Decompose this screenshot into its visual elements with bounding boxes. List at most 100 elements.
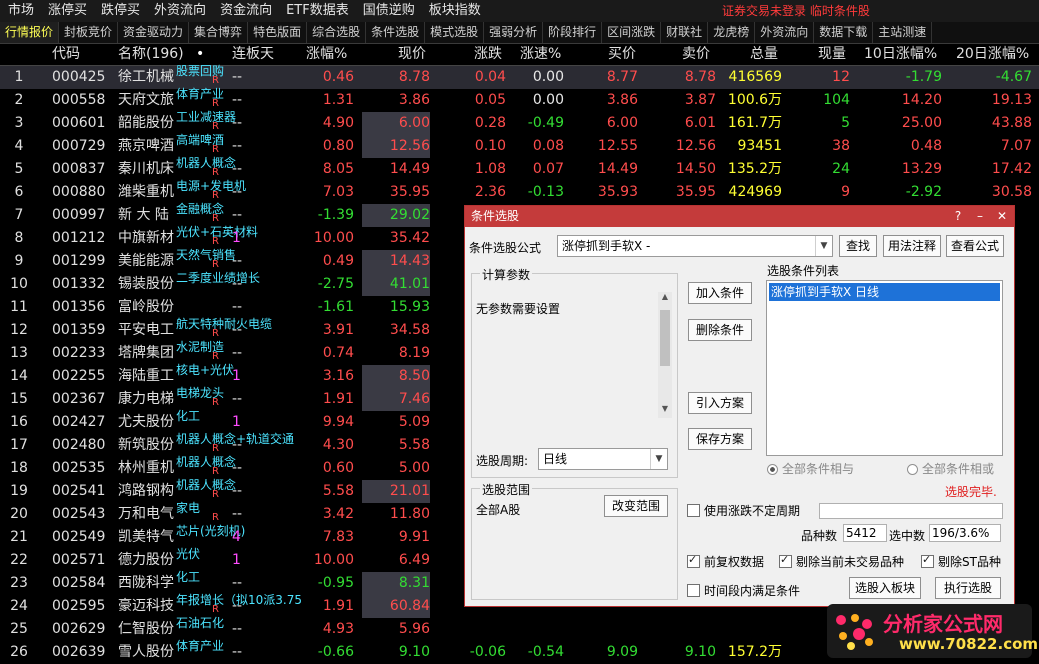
stock-name: 天府文旅 — [118, 92, 174, 108]
remove-st-checkbox[interactable] — [921, 553, 934, 568]
tab[interactable]: 外资流向 — [755, 22, 815, 43]
help-icon[interactable]: ? — [947, 206, 969, 227]
scroll-up-icon[interactable]: ▲ — [658, 292, 672, 301]
menu-item[interactable]: 资金流向 — [212, 0, 278, 22]
tab[interactable]: 主站测速 — [873, 22, 933, 43]
limit-up-days: -- — [232, 483, 243, 499]
menu-item[interactable]: 板块指数 — [421, 0, 487, 22]
dialog-titlebar: 条件选股 ? – ✕ — [465, 206, 1014, 227]
limit-up-days: -- — [232, 138, 243, 154]
limit-up-days: 1 — [232, 414, 241, 430]
tab[interactable]: 行情报价 — [0, 22, 60, 43]
minimize-icon[interactable]: – — [969, 206, 991, 227]
menu-item[interactable]: 涨停买 — [40, 0, 93, 22]
condition-list-item[interactable]: 涨停抓到手软X 日线 — [769, 283, 1000, 301]
col-name[interactable]: 名称(196) — [118, 43, 184, 65]
scroll-thumb[interactable] — [660, 310, 670, 366]
limit-up-days: -- — [232, 391, 243, 407]
use-period-checkbox[interactable] — [687, 504, 700, 517]
stock-code: 000729 — [52, 138, 106, 154]
stock-name: 燕京啤酒 — [118, 138, 174, 154]
execute-button[interactable]: 执行选股 — [935, 577, 1001, 599]
import-plan-button[interactable]: 引入方案 — [688, 392, 752, 414]
menu-item[interactable]: 国债逆购 — [355, 0, 421, 22]
tab[interactable]: 模式选股 — [425, 22, 485, 43]
save-plan-button[interactable]: 保存方案 — [688, 428, 752, 450]
tab[interactable]: 财联社 — [661, 22, 709, 43]
table-row[interactable]: 3 000601 韶能股份 工业减速器 R -- 4.90 6.00 0.28 -0.49 6.00… — [0, 110, 1039, 135]
dialog-title: 条件选股 — [471, 209, 520, 223]
col-sell[interactable]: 卖价 — [682, 43, 710, 65]
price: 8.31 — [362, 572, 430, 595]
menu-item[interactable]: 跌停买 — [93, 0, 146, 22]
change-pct: 3.16 — [322, 368, 354, 384]
tab[interactable]: 集合博弈 — [189, 22, 249, 43]
limit-up-days: -- — [232, 253, 243, 269]
qfq-checkbox[interactable] — [687, 553, 700, 568]
tab[interactable]: 综合选股 — [307, 22, 367, 43]
usage-button[interactable]: 用法注释 — [883, 235, 941, 257]
chevron-down-icon[interactable]: ▼ — [650, 449, 667, 469]
formula-select[interactable]: 涨停抓到手软X - ▼ — [557, 235, 833, 257]
col-buy[interactable]: 买价 — [608, 43, 636, 65]
col-days[interactable]: 连板天 — [232, 43, 274, 65]
condition-list[interactable]: 涨停抓到手软X 日线 — [766, 280, 1003, 456]
row-index: 11 — [10, 299, 28, 315]
radio-or[interactable]: 全部条件相或 — [907, 460, 994, 477]
tab[interactable]: 封板竞价 — [59, 22, 119, 43]
tab[interactable]: 强弱分析 — [484, 22, 544, 43]
tab[interactable]: 特色版面 — [248, 22, 308, 43]
find-button[interactable]: 查找 — [839, 235, 877, 257]
use-period-option[interactable]: 使用涨跌不定周期 — [687, 502, 800, 519]
radio-and-dot[interactable] — [767, 464, 778, 475]
tab[interactable]: 龙虎榜 — [708, 22, 756, 43]
change-scope-button[interactable]: 改变范围 — [604, 495, 668, 517]
col-p10[interactable]: 10日涨幅% — [864, 43, 937, 65]
col-spd[interactable]: 涨速% — [520, 43, 561, 65]
remove-st-option[interactable]: 剔除ST品种 — [921, 553, 1001, 570]
menu-item[interactable]: ETF数据表 — [278, 0, 355, 22]
stock-code: 000425 — [52, 69, 106, 85]
to-block-button[interactable]: 选股入板块 — [849, 577, 921, 599]
tab[interactable]: 区间涨跌 — [602, 22, 662, 43]
qfq-option[interactable]: 前复权数据 — [687, 553, 764, 570]
scroll-down-icon[interactable]: ▼ — [658, 404, 672, 413]
col-cur[interactable]: 现量 — [818, 43, 846, 65]
radio-or-dot[interactable] — [907, 464, 918, 475]
remove-notrade-option[interactable]: 剔除当前未交易品种 — [779, 553, 904, 570]
tab[interactable]: 资金驱动力 — [118, 22, 190, 43]
col-price[interactable]: 现价 — [398, 43, 426, 65]
menu-item[interactable]: 市场 — [0, 0, 40, 22]
tab[interactable]: 数据下载 — [814, 22, 874, 43]
add-condition-button[interactable]: 加入条件 — [688, 282, 752, 304]
table-row[interactable]: 5 000837 秦川机床 机器人概念 R -- 8.05 14.49 1.08 0.07 14.4… — [0, 156, 1039, 181]
period-select[interactable]: 日线 ▼ — [538, 448, 668, 470]
tab[interactable]: 阶段排行 — [543, 22, 603, 43]
remove-notrade-checkbox[interactable] — [779, 553, 792, 568]
menu-item[interactable]: 外资流向 — [146, 0, 212, 22]
col-vol[interactable]: 总量 — [750, 43, 778, 65]
tab[interactable]: 条件选股 — [366, 22, 426, 43]
col-code[interactable]: 代码 — [52, 43, 80, 65]
chevron-down-icon[interactable]: ▼ — [815, 236, 832, 256]
stock-name: 塔牌集团 — [118, 345, 174, 361]
period-range-field[interactable] — [819, 503, 1003, 519]
stock-code: 002480 — [52, 437, 106, 453]
col-pct[interactable]: 涨幅% — [306, 43, 347, 65]
table-row[interactable]: 2 000558 天府文旅 体育产业 R -- 1.31 3.86 0.05 0.00 3.86 3.… — [0, 87, 1039, 112]
time-option[interactable]: 时间段内满足条件 — [687, 582, 800, 599]
time-checkbox[interactable] — [687, 584, 700, 597]
close-icon[interactable]: ✕ — [991, 206, 1013, 227]
change-pct: 9.94 — [322, 414, 354, 430]
table-row[interactable]: 1 000425 徐工机械 股票回购 R -- 0.46 8.78 0.04 0.00 8.77 8.… — [0, 64, 1039, 89]
col-p20[interactable]: 20日涨幅% — [956, 43, 1029, 65]
table-row[interactable]: 4 000729 燕京啤酒 高端啤酒 R -- 0.80 12.56 0.10 0.08 12.55… — [0, 133, 1039, 158]
col-chg[interactable]: 涨跌 — [474, 43, 502, 65]
params-scrollbar[interactable]: ▲ ▼ — [658, 292, 672, 418]
delete-condition-button[interactable]: 删除条件 — [688, 319, 752, 341]
radio-and[interactable]: 全部条件相与 — [767, 460, 854, 477]
view-formula-button[interactable]: 查看公式 — [946, 235, 1004, 257]
pct-10d: 25.00 — [901, 115, 942, 131]
limit-up-days: -- — [232, 69, 243, 85]
table-row[interactable]: 6 000880 潍柴重机 电源+发电机 R -- 7.03 35.95 2.36 -0.13 35… — [0, 179, 1039, 204]
